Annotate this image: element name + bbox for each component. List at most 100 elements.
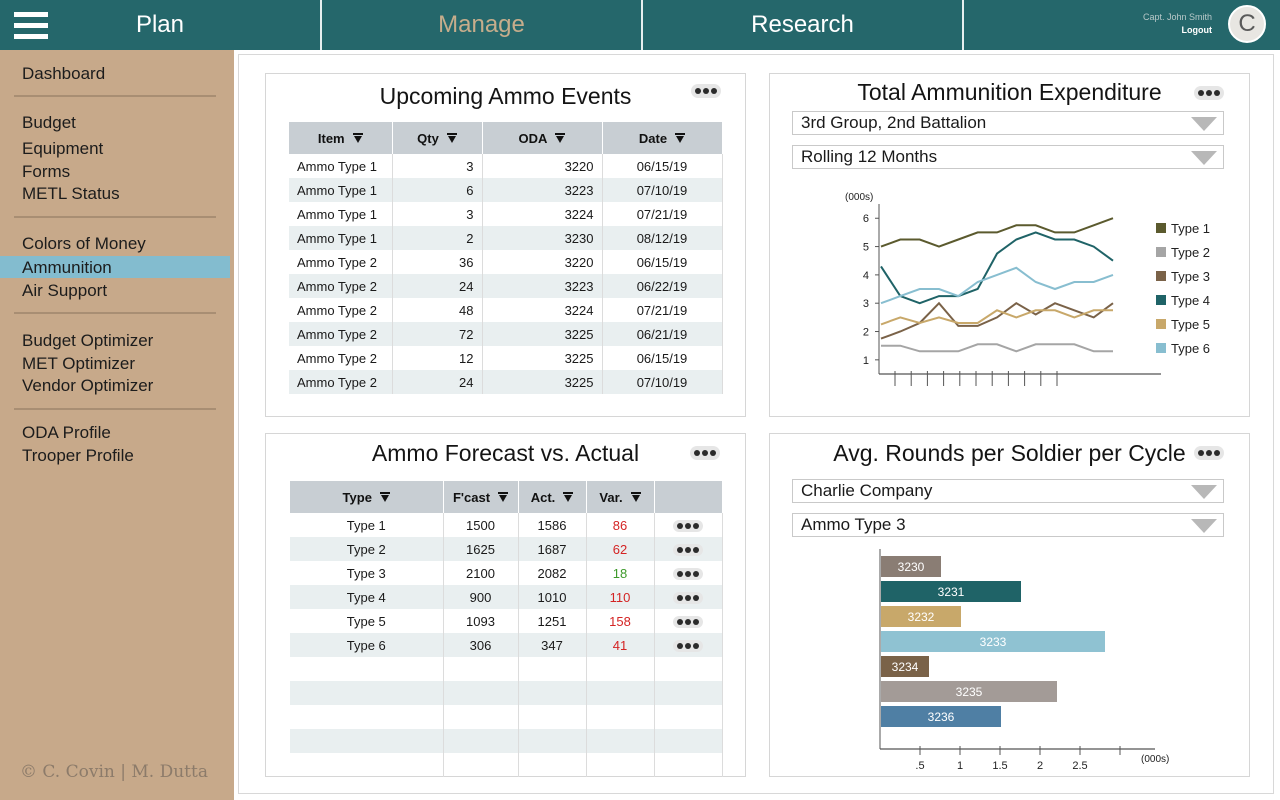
chevron-down-icon bbox=[1191, 117, 1217, 131]
filter-icon[interactable] bbox=[630, 492, 641, 502]
empty-cell bbox=[654, 681, 723, 705]
cell-date: 07/10/19 bbox=[602, 370, 723, 394]
sidebar-item-budget-optimizer[interactable]: Budget Optimizer bbox=[22, 331, 153, 351]
empty-cell bbox=[654, 657, 723, 681]
ammo-type-select[interactable]: Ammo Type 3 bbox=[792, 513, 1224, 537]
row-options-icon[interactable] bbox=[673, 640, 703, 653]
table-row[interactable]: Ammo Type 1 2 3230 08/12/19 bbox=[289, 226, 723, 250]
avatar[interactable]: C bbox=[1228, 5, 1266, 43]
sidebar-item-equipment[interactable]: Equipment bbox=[22, 139, 103, 159]
sidebar-item-air-support[interactable]: Air Support bbox=[22, 281, 107, 301]
empty-cell bbox=[443, 753, 519, 777]
filter-icon[interactable] bbox=[555, 133, 566, 143]
filter-icon[interactable] bbox=[446, 133, 457, 143]
table-row[interactable]: Ammo Type 1 6 3223 07/10/19 bbox=[289, 178, 723, 202]
table-row[interactable]: Ammo Type 2 72 3225 06/21/19 bbox=[289, 322, 723, 346]
row-options-icon[interactable] bbox=[673, 520, 703, 533]
more-options-icon[interactable] bbox=[1194, 86, 1224, 100]
column-header-oda[interactable]: ODA bbox=[482, 122, 603, 154]
bar-label: 3235 bbox=[956, 685, 983, 699]
column-header-fcast[interactable]: F'cast bbox=[443, 481, 519, 513]
table-row[interactable]: Type 2 1625 1687 62 bbox=[290, 537, 723, 561]
more-options-icon[interactable] bbox=[690, 446, 720, 460]
logout-link[interactable]: Logout bbox=[1182, 25, 1213, 35]
table-row[interactable]: Type 5 1093 1251 158 bbox=[290, 609, 723, 633]
cell-oda: 3225 bbox=[482, 370, 603, 394]
sidebar-item-trooper-profile[interactable]: Trooper Profile bbox=[22, 446, 134, 466]
empty-cell bbox=[443, 657, 519, 681]
table-row[interactable]: Type 1 1500 1586 86 bbox=[290, 513, 723, 537]
table-row[interactable]: Type 3 2100 2082 18 bbox=[290, 561, 723, 585]
cell-qty: 3 bbox=[392, 202, 483, 226]
row-options-icon[interactable] bbox=[673, 544, 703, 557]
cell-item: Ammo Type 1 bbox=[289, 226, 393, 250]
rounds-title: Avg. Rounds per Soldier per Cycle bbox=[833, 440, 1186, 466]
expenditure-panel: Total Ammunition Expenditure 3rd Group, … bbox=[769, 73, 1250, 417]
sidebar-item-met-optimizer[interactable]: MET Optimizer bbox=[22, 354, 135, 374]
sidebar-item-metl-status[interactable]: METL Status bbox=[22, 184, 120, 204]
y-tick-label: 4 bbox=[863, 270, 869, 282]
filter-icon[interactable] bbox=[352, 133, 363, 143]
x-tick-label: 1.5 bbox=[992, 760, 1007, 769]
column-header-date[interactable]: Date bbox=[602, 122, 723, 154]
legend-label: Type 6 bbox=[1171, 341, 1210, 356]
column-header-qty[interactable]: Qty bbox=[392, 122, 483, 154]
unit-select[interactable]: 3rd Group, 2nd Battalion bbox=[792, 111, 1224, 135]
cell-variance: 41 bbox=[586, 633, 655, 657]
sidebar-item-oda-profile[interactable]: ODA Profile bbox=[22, 423, 111, 443]
company-select[interactable]: Charlie Company bbox=[792, 479, 1224, 503]
sidebar: Dashboard Budget Equipment Forms METL St… bbox=[0, 50, 234, 800]
sidebar-item-dashboard[interactable]: Dashboard bbox=[22, 64, 105, 84]
table-row[interactable]: Type 4 900 1010 110 bbox=[290, 585, 723, 609]
cell-forecast: 1500 bbox=[443, 513, 519, 537]
column-header-act[interactable]: Act. bbox=[518, 481, 587, 513]
table-row[interactable]: Ammo Type 1 3 3220 06/15/19 bbox=[289, 154, 723, 178]
sidebar-item-forms[interactable]: Forms bbox=[22, 162, 70, 182]
table-row[interactable]: Ammo Type 2 12 3225 06/15/19 bbox=[289, 346, 723, 370]
tab-manage[interactable]: Manage bbox=[320, 0, 641, 50]
filter-icon[interactable] bbox=[563, 492, 574, 502]
more-options-icon[interactable] bbox=[691, 84, 721, 98]
empty-cell bbox=[443, 705, 519, 729]
filter-icon[interactable] bbox=[675, 133, 686, 143]
filter-icon[interactable] bbox=[379, 492, 390, 502]
table-row[interactable]: Ammo Type 2 24 3223 06/22/19 bbox=[289, 274, 723, 298]
bar-label: 3234 bbox=[892, 660, 919, 674]
more-options-icon[interactable] bbox=[1194, 446, 1224, 460]
row-options-icon[interactable] bbox=[673, 592, 703, 605]
y-tick-label: 6 bbox=[863, 213, 869, 225]
sidebar-item-ammunition[interactable]: Ammunition bbox=[22, 258, 112, 278]
table-row[interactable]: Ammo Type 2 36 3220 06/15/19 bbox=[289, 250, 723, 274]
cell-actual: 1586 bbox=[518, 513, 587, 537]
column-header-type[interactable]: Type bbox=[290, 481, 444, 513]
empty-cell bbox=[290, 705, 444, 729]
cell-actions bbox=[654, 513, 723, 537]
x-tick-label: 2 bbox=[1037, 760, 1043, 769]
filter-icon[interactable] bbox=[498, 492, 509, 502]
sidebar-item-vendor-optimizer[interactable]: Vendor Optimizer bbox=[22, 376, 153, 396]
period-select[interactable]: Rolling 12 Months bbox=[792, 145, 1224, 169]
tab-plan[interactable]: Plan bbox=[0, 0, 320, 50]
column-header-var[interactable]: Var. bbox=[586, 481, 655, 513]
row-options-icon[interactable] bbox=[673, 568, 703, 581]
row-options-icon[interactable] bbox=[673, 616, 703, 629]
table-row[interactable]: Type 6 306 347 41 bbox=[290, 633, 723, 657]
y-tick-label: 2 bbox=[863, 327, 869, 339]
sidebar-item-colors-of-money[interactable]: Colors of Money bbox=[22, 234, 146, 254]
table-row[interactable]: Ammo Type 1 3 3224 07/21/19 bbox=[289, 202, 723, 226]
table-row[interactable]: Ammo Type 2 24 3225 07/10/19 bbox=[289, 370, 723, 394]
sidebar-item-budget[interactable]: Budget bbox=[22, 113, 76, 133]
y-tick-label: 1 bbox=[863, 355, 869, 367]
cell-date: 07/21/19 bbox=[602, 298, 723, 322]
company-select-value: Charlie Company bbox=[801, 481, 933, 500]
cell-date: 07/10/19 bbox=[602, 178, 723, 202]
expenditure-line-chart: (000s) 1 2 3 4 5 6 Type 1 Type 2 Type 3 Type 4 Type… bbox=[845, 192, 1210, 386]
legend-label: Type 2 bbox=[1171, 245, 1210, 260]
period-select-value: Rolling 12 Months bbox=[801, 147, 938, 166]
cell-date: 08/12/19 bbox=[602, 226, 723, 250]
column-header-item[interactable]: Item bbox=[289, 122, 393, 154]
tab-research[interactable]: Research bbox=[641, 0, 962, 50]
cell-actions bbox=[654, 585, 723, 609]
empty-cell bbox=[443, 681, 519, 705]
table-row[interactable]: Ammo Type 2 48 3224 07/21/19 bbox=[289, 298, 723, 322]
